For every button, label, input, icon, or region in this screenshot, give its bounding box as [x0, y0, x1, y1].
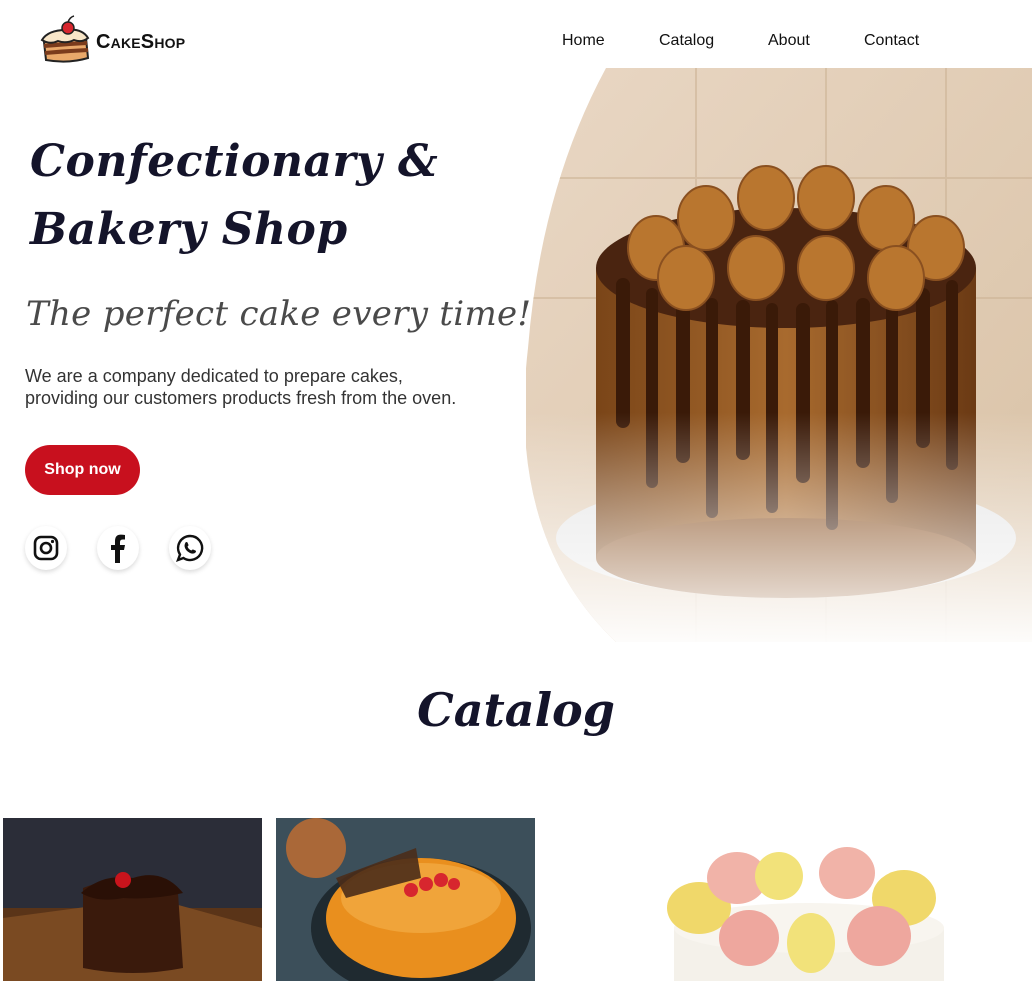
- catalog-title: Catalog: [417, 683, 615, 737]
- hero-title-line2: Bakery Shop: [30, 204, 348, 255]
- instagram-link[interactable]: [25, 526, 67, 570]
- macaron-cake-image: [549, 818, 1029, 981]
- facebook-icon: [111, 534, 125, 563]
- whatsapp-link[interactable]: [169, 526, 211, 570]
- social-links: [25, 526, 241, 570]
- hero-description-line2: providing our customers products fresh f…: [25, 388, 457, 408]
- hero-title: Confectionary & Bakery Shop: [30, 128, 470, 264]
- nav-link-contact[interactable]: Contact: [864, 32, 919, 50]
- catalog-item-orange-cake[interactable]: [276, 818, 535, 981]
- shop-now-button[interactable]: Shop now: [25, 445, 140, 495]
- facebook-link[interactable]: [97, 526, 139, 570]
- hero-section: Confectionary & Bakery Shop The perfect …: [0, 68, 540, 642]
- catalog-item-macaron-cake[interactable]: [549, 818, 1029, 981]
- chocolate-cake-image: [3, 818, 262, 981]
- nav-link-about[interactable]: About: [768, 32, 810, 50]
- orange-cake-image: [276, 818, 535, 981]
- main-nav: Home Catalog About Contact: [0, 32, 1032, 52]
- hero-title-line1: Confectionary &: [30, 136, 439, 187]
- catalog-item-chocolate-cake[interactable]: [3, 818, 262, 981]
- site-header: CakeShop Home Catalog About Contact: [0, 0, 1032, 68]
- nav-link-home[interactable]: Home: [562, 32, 605, 50]
- whatsapp-icon: [175, 534, 204, 563]
- hero-description-line1: We are a company dedicated to prepare ca…: [25, 366, 403, 386]
- instagram-icon: [33, 535, 59, 561]
- hero-subtitle: The perfect cake every time!: [26, 294, 532, 334]
- nav-link-catalog[interactable]: Catalog: [659, 32, 714, 50]
- hero-cake-image: [526, 68, 1032, 642]
- hero-description: We are a company dedicated to prepare ca…: [25, 365, 495, 409]
